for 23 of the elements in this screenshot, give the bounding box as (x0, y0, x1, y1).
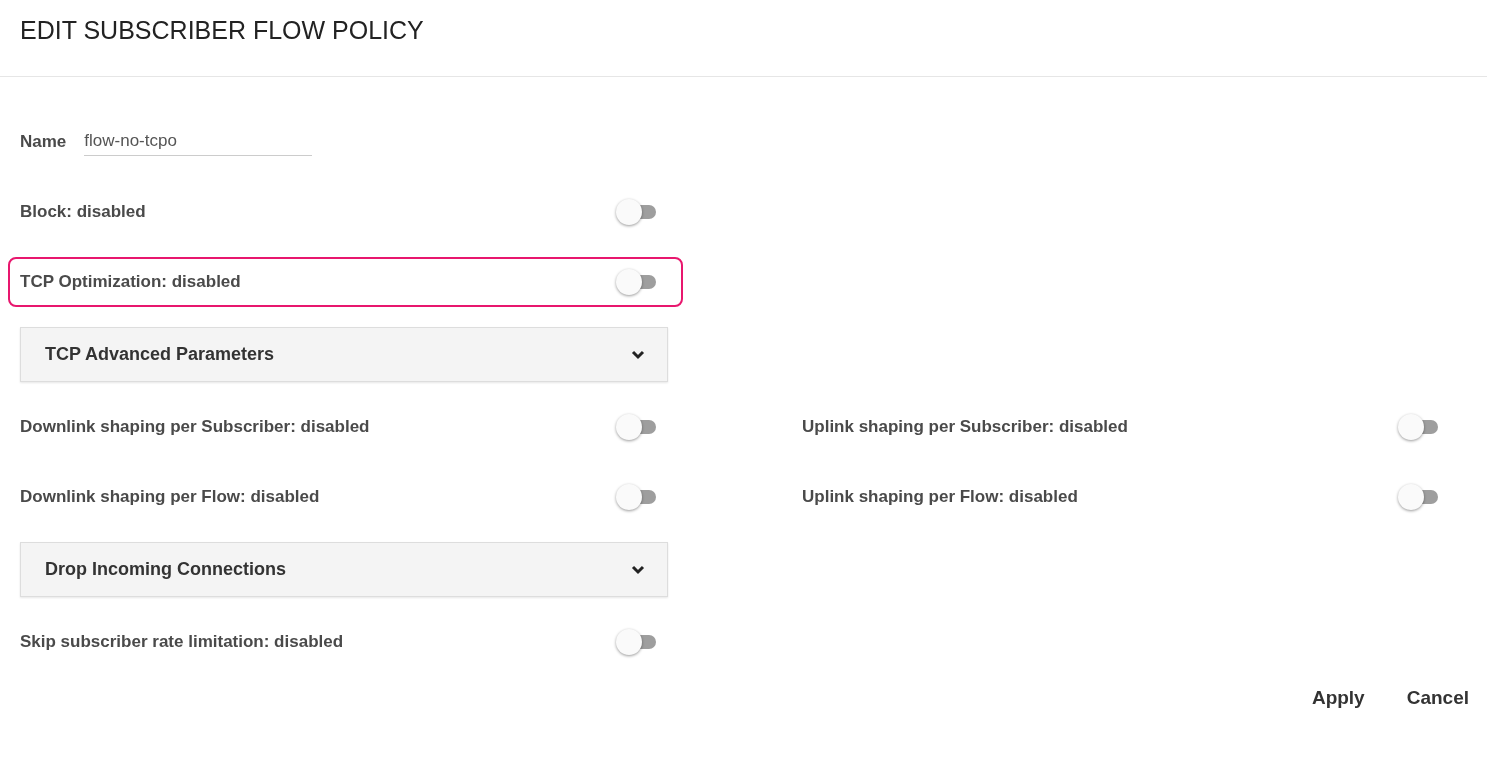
toggle-switch[interactable] (616, 629, 656, 655)
toggle-switch[interactable] (616, 414, 656, 440)
toggle-switch[interactable] (616, 484, 656, 510)
toggle-label: TCP Optimization: disabled (20, 272, 241, 292)
toggle-switch[interactable] (616, 269, 656, 295)
toggle-switch[interactable] (1398, 414, 1438, 440)
name-field[interactable]: flow-no-tcpo (84, 128, 313, 156)
toggle-switch[interactable] (1398, 484, 1438, 510)
field-label: Name (20, 132, 67, 152)
toggle-label: Downlink shaping per Subscriber: disabled (20, 417, 370, 437)
dialog-title: EDIT SUBSCRIBER FLOW POLICY (20, 16, 425, 45)
toggle-label: Uplink shaping per Subscriber: disabled (802, 417, 1128, 437)
dialog-button[interactable]: Apply (1311, 683, 1365, 713)
toggle-label: Skip subscriber rate limitation: disabled (20, 632, 344, 652)
dialog-button[interactable]: Cancel (1406, 683, 1469, 713)
collapsible-panel[interactable]: Drop Incoming Connections (20, 542, 668, 597)
chevron-icon (631, 349, 645, 360)
toggle-label: Uplink shaping per Flow: disabled (802, 487, 1078, 507)
toggle-switch[interactable] (616, 199, 656, 225)
toggle-label: Block: disabled (20, 202, 146, 222)
toggle-label: Downlink shaping per Flow: disabled (20, 487, 320, 507)
collapsible-panel[interactable]: TCP Advanced Parameters (20, 327, 668, 382)
chevron-icon (631, 564, 645, 575)
